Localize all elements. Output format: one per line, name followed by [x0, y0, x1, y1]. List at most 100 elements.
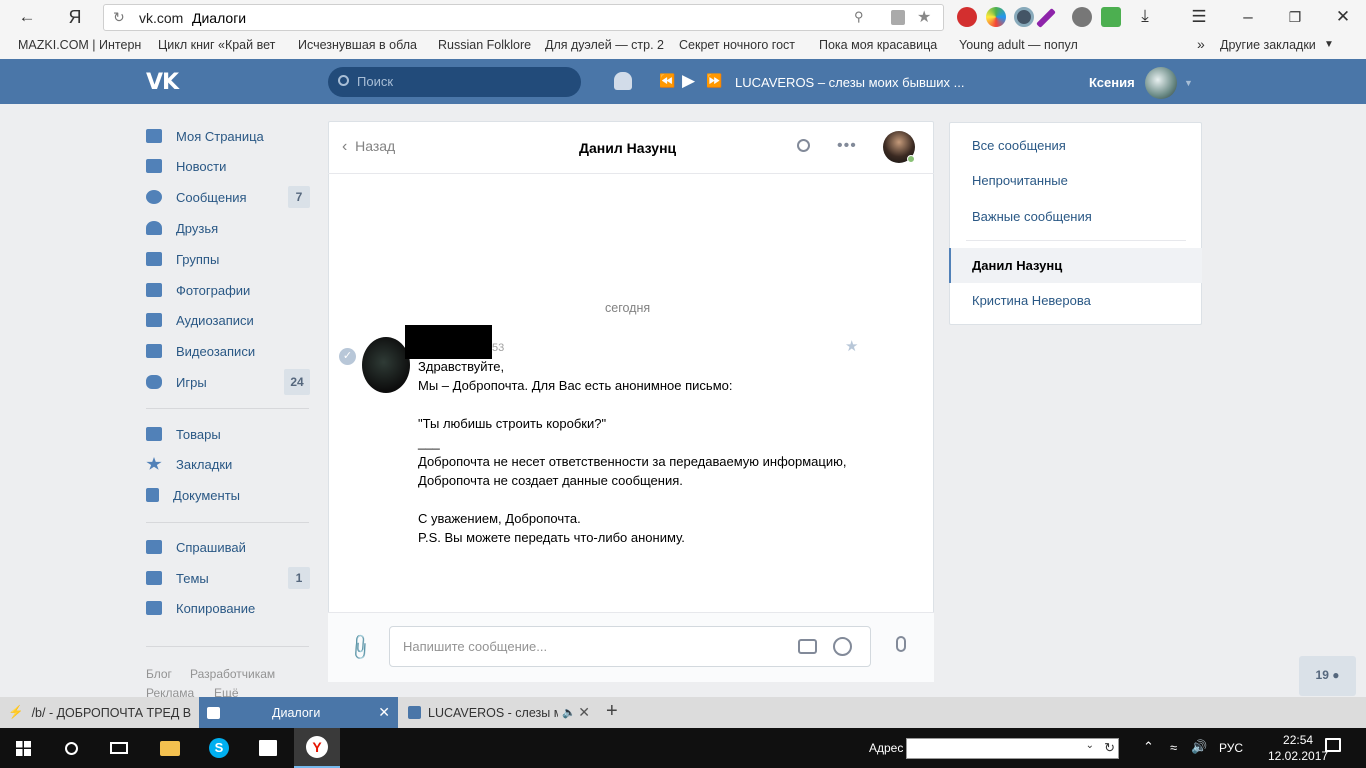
volume-icon[interactable]: 🔊	[1191, 739, 1207, 755]
address-bar[interactable]: ↻ vk.com Диалоги ⚲ ★	[103, 4, 944, 31]
language-indicator[interactable]: РУС	[1219, 741, 1243, 755]
sidebar-item-news[interactable]: Новости	[146, 153, 310, 179]
adblock-icon[interactable]	[957, 7, 977, 27]
close-window-icon[interactable]: ✕	[1330, 6, 1356, 28]
bookmark-item[interactable]: Исчезнувшая в обла	[298, 38, 424, 52]
chevron-up-icon[interactable]: ⌃	[1143, 739, 1154, 755]
windows-start-icon[interactable]	[0, 728, 46, 768]
file-explorer-icon[interactable]	[147, 728, 193, 768]
user-avatar[interactable]	[1145, 67, 1177, 99]
other-bookmarks[interactable]: Другие закладки	[1220, 38, 1316, 52]
lightbulb-icon[interactable]	[1072, 7, 1092, 27]
bookmark-item[interactable]: Пока моя красавица	[819, 38, 945, 52]
filter-all-messages[interactable]: Все сообщения	[972, 138, 1066, 153]
yandex-browser-icon[interactable]: Y	[294, 728, 340, 768]
new-tab-plus-icon[interactable]: +	[606, 700, 618, 723]
camera-icon[interactable]	[798, 639, 817, 654]
dialog-title[interactable]: Данил Назунц	[579, 140, 676, 156]
search-input[interactable]: Поиск	[328, 67, 581, 97]
sidebar-item-documents[interactable]: Документы	[146, 482, 310, 508]
footer-dev-link[interactable]: Разработчикам	[190, 667, 275, 681]
player-prev-icon[interactable]: ⏪	[659, 73, 675, 89]
notifications-bell-icon[interactable]	[614, 72, 632, 90]
sidebar-item-games[interactable]: Игры 24	[146, 369, 310, 395]
reload-icon[interactable]: ↻	[113, 9, 125, 26]
online-friends-counter[interactable]: 19 ●	[1299, 656, 1356, 696]
sender-avatar[interactable]	[362, 337, 410, 393]
store-icon[interactable]	[245, 728, 291, 768]
browser-tab[interactable]: ⚡ /b/ - ДОБРОПОЧТА ТРЕД В	[0, 697, 197, 728]
vk-logo[interactable]: VK	[146, 70, 179, 95]
sidebar-item-photos[interactable]: Фотографии	[146, 277, 310, 303]
sidebar-item-audio[interactable]: Аудиозаписи	[146, 307, 310, 333]
back-button[interactable]: ‹ Назад	[342, 138, 395, 156]
player-track-title[interactable]: LUCAVEROS – слезы моих бывших ...	[735, 75, 965, 90]
home-icon	[146, 129, 162, 143]
sidebar-item-app-copy[interactable]: Копирование	[146, 595, 310, 621]
conversation-item[interactable]: Кристина Неверова	[972, 293, 1091, 308]
yandex-logo[interactable]: Я	[62, 6, 88, 28]
microphone-icon[interactable]	[896, 636, 906, 652]
bookmark-item[interactable]: Для дуэлей — стр. 2	[545, 38, 671, 52]
bookmark-item[interactable]: Цикл книг «Край вет	[158, 38, 284, 52]
sidebar-divider	[146, 408, 309, 409]
user-name[interactable]: Ксения	[1089, 75, 1135, 90]
action-center-icon[interactable]	[1325, 738, 1341, 752]
bookmark-item[interactable]: Young adult — попул	[959, 38, 1085, 52]
skype-icon[interactable]: S	[196, 728, 242, 768]
back-arrow-icon[interactable]: ←	[14, 6, 40, 28]
sidebar-item-label: Спрашивай	[176, 539, 246, 555]
bookmarks-more-icon[interactable]: »	[1197, 36, 1205, 52]
speaker-icon[interactable]: 🔈	[562, 706, 576, 719]
sidebar-item-friends[interactable]: Друзья	[146, 215, 310, 241]
tab-label: Диалоги	[272, 705, 321, 720]
search-icon[interactable]	[48, 728, 94, 768]
search-icon[interactable]	[797, 139, 810, 152]
message-time: 53	[492, 342, 505, 354]
sidebar-item-app-themes[interactable]: Темы 1	[146, 565, 310, 591]
download-green-icon[interactable]	[1101, 7, 1121, 27]
minimize-icon[interactable]: –	[1235, 6, 1261, 28]
star-important-icon[interactable]: ★	[845, 337, 858, 355]
star-bookmark-icon[interactable]: ★	[917, 7, 931, 27]
sidebar-item-bookmarks[interactable]: Закладки	[146, 451, 310, 477]
sidebar-item-my-page[interactable]: Моя Страница	[146, 123, 310, 149]
browser-tab[interactable]: LUCAVEROS - слезы м 🔈 ✕	[400, 697, 598, 728]
sidebar-item-messages[interactable]: Сообщения 7	[146, 184, 310, 210]
sidebar-item-app-sprashivai[interactable]: Спрашивай	[146, 534, 310, 560]
footer-blog-link[interactable]: Блог	[146, 667, 172, 681]
taskbar-address-input[interactable]: ⌄ ↻	[906, 738, 1119, 759]
browser-tab-active[interactable]: Диалоги ✕	[199, 697, 398, 728]
filter-important[interactable]: Важные сообщения	[972, 209, 1092, 224]
message-input[interactable]: Напишите сообщение...	[389, 626, 871, 667]
select-message-check-icon[interactable]: ✓	[339, 348, 356, 365]
extension-shield-icon[interactable]	[1014, 7, 1034, 27]
player-next-icon[interactable]: ⏩	[706, 73, 722, 89]
restore-icon[interactable]: ❐	[1282, 6, 1308, 28]
close-tab-icon[interactable]: ✕	[578, 704, 590, 721]
sidebar-item-groups[interactable]: Группы	[146, 246, 310, 272]
emoji-icon[interactable]	[833, 637, 852, 656]
lock-icon[interactable]	[891, 10, 905, 25]
wifi-icon[interactable]: ≈	[1170, 740, 1177, 755]
conversation-item-active[interactable]: Данил Назунц	[972, 258, 1062, 273]
bookmark-item[interactable]: Russian Folklore	[438, 38, 538, 52]
chevron-left-icon: ‹	[342, 138, 348, 155]
sidebar-item-goods[interactable]: Товары	[146, 421, 310, 447]
player-play-icon[interactable]: ▶	[682, 71, 695, 91]
more-options-icon[interactable]: •••	[837, 137, 857, 155]
filter-unread[interactable]: Непрочитанные	[972, 173, 1068, 188]
chevron-down-icon[interactable]: ⌄	[1086, 740, 1094, 751]
sidebar-item-video[interactable]: Видеозаписи	[146, 338, 310, 364]
downloads-icon[interactable]: ⤓	[1132, 5, 1158, 27]
extension-colorful-icon[interactable]	[986, 7, 1006, 27]
chevron-down-icon[interactable]: ▼	[1184, 78, 1193, 88]
refresh-icon[interactable]: ↻	[1104, 740, 1115, 756]
translate-icon[interactable]: ⚲	[854, 9, 864, 25]
bookmark-item[interactable]: Секрет ночного гост	[679, 38, 807, 52]
bookmark-item[interactable]: MAZKI.COM | Интерн	[18, 38, 146, 52]
menu-icon[interactable]: ☰	[1186, 6, 1212, 28]
close-tab-icon[interactable]: ✕	[378, 704, 390, 721]
task-view-icon[interactable]	[96, 728, 142, 768]
clock[interactable]: 22:54 12.02.2017	[1268, 732, 1328, 764]
